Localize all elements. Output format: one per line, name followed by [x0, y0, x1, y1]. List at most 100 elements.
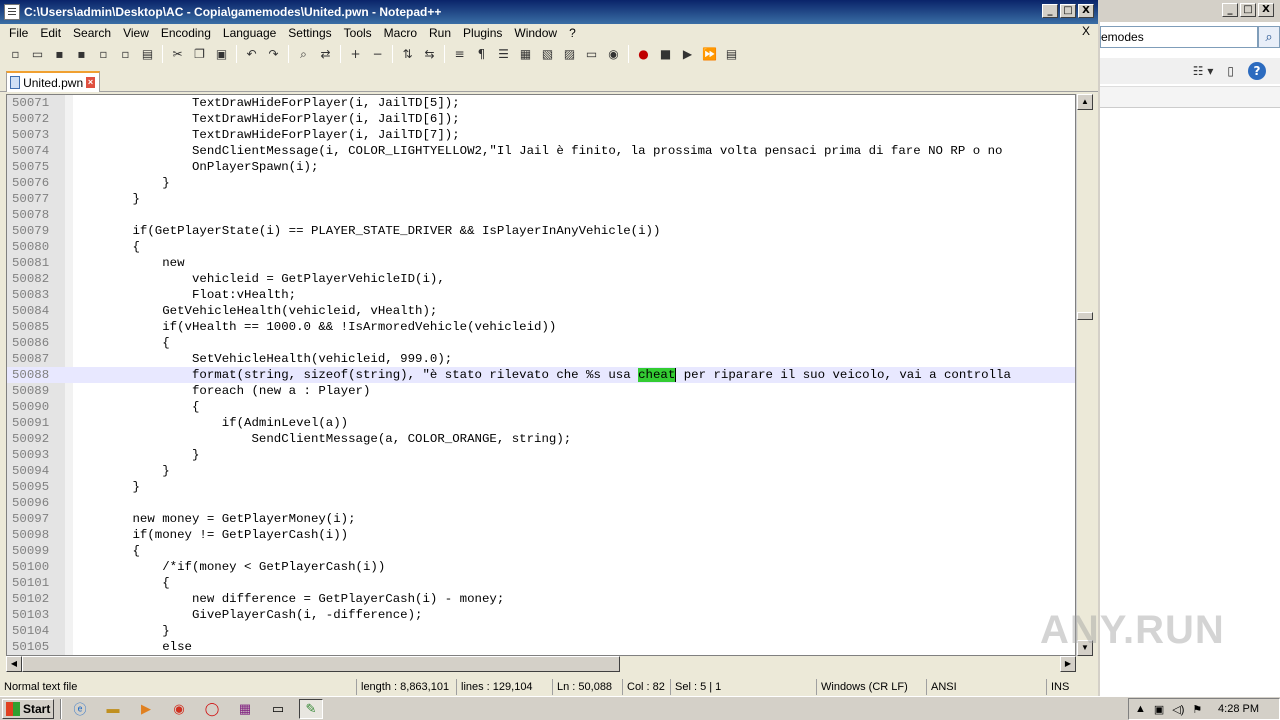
open-file-icon[interactable]: ▭ — [28, 45, 47, 63]
record-macro-icon[interactable]: ● — [634, 45, 653, 63]
explorer-close-button[interactable]: X — [1258, 3, 1274, 17]
code-line[interactable]: 50086 { — [7, 335, 1075, 351]
search-icon[interactable]: ⌕ — [1258, 26, 1280, 48]
title-bar[interactable]: C:\Users\admin\Desktop\AC - Copia\gamemo… — [0, 0, 1098, 24]
status-eol-format[interactable]: Windows (CR LF) — [816, 679, 926, 695]
close-all-icon[interactable]: ▫ — [116, 45, 135, 63]
code-line[interactable]: 50076 } — [7, 175, 1075, 191]
code-line[interactable]: 50105 else — [7, 639, 1075, 655]
code-line[interactable]: 50077 } — [7, 191, 1075, 207]
menu-encoding[interactable]: Encoding — [155, 26, 217, 40]
code-line[interactable]: 50101 { — [7, 575, 1075, 591]
code-line[interactable]: 50104 } — [7, 623, 1075, 639]
menu-language[interactable]: Language — [217, 26, 282, 40]
close-icon[interactable]: ▫ — [94, 45, 113, 63]
code-line[interactable]: 50079 if(GetPlayerState(i) == PLAYER_STA… — [7, 223, 1075, 239]
code-line[interactable]: 50080 { — [7, 239, 1075, 255]
explorer-minimize-button[interactable]: _ — [1222, 3, 1238, 17]
new-file-icon[interactable]: ▫ — [6, 45, 25, 63]
replace-icon[interactable]: ⇄ — [316, 45, 335, 63]
minimize-button[interactable]: _ — [1042, 4, 1058, 18]
menu-search[interactable]: Search — [67, 26, 117, 40]
save-macro-icon[interactable]: ▤ — [722, 45, 741, 63]
close-document-button[interactable]: X — [1082, 24, 1090, 38]
window-task-icon[interactable]: ▭ — [266, 699, 290, 719]
vertical-scroll-thumb[interactable] — [1077, 312, 1093, 320]
menu-window[interactable]: Window — [508, 26, 563, 40]
view-options-icon[interactable]: ☷ ▾ — [1193, 64, 1214, 78]
redo-icon[interactable]: ↷ — [264, 45, 283, 63]
code-line[interactable]: 50090 { — [7, 399, 1075, 415]
media-player-icon[interactable]: ▶ — [134, 699, 158, 719]
code-line[interactable]: 50078 — [7, 207, 1075, 223]
scroll-up-icon[interactable]: ▲ — [1077, 94, 1093, 110]
code-line[interactable]: 50094 } — [7, 463, 1075, 479]
menu-macro[interactable]: Macro — [378, 26, 423, 40]
explorer-maximize-button[interactable]: □ — [1240, 3, 1256, 17]
explorer-search-input[interactable]: emodes — [1100, 26, 1258, 48]
code-line[interactable]: 50074 SendClientMessage(i, COLOR_LIGHTYE… — [7, 143, 1075, 159]
winrar-icon[interactable]: ▦ — [233, 699, 257, 719]
word-wrap-icon[interactable]: ≡ — [450, 45, 469, 63]
run-macro-multiple-icon[interactable]: ⏩ — [700, 45, 719, 63]
code-line[interactable]: 50100 /*if(money < GetPlayerCash(i)) — [7, 559, 1075, 575]
opera-icon[interactable]: ◯ — [200, 699, 224, 719]
define-language-icon[interactable]: ▦ — [516, 45, 535, 63]
code-line[interactable]: 50087 SetVehicleHealth(vehicleid, 999.0)… — [7, 351, 1075, 367]
tab-close-icon[interactable]: × — [86, 77, 95, 88]
menu-file[interactable]: File — [3, 26, 34, 40]
preview-pane-icon[interactable]: ▯ — [1227, 64, 1234, 78]
notepadpp-task-icon[interactable]: ✎ — [299, 698, 323, 719]
tab-united-pwn[interactable]: United.pwn × — [6, 71, 100, 92]
code-line[interactable]: 50089 foreach (new a : Player) — [7, 383, 1075, 399]
code-line[interactable]: 50071 TextDrawHideForPlayer(i, JailTD[5]… — [7, 95, 1075, 111]
code-line[interactable]: 50073 TextDrawHideForPlayer(i, JailTD[7]… — [7, 127, 1075, 143]
undo-icon[interactable]: ↶ — [242, 45, 261, 63]
menu-plugins[interactable]: Plugins — [457, 26, 508, 40]
code-line[interactable]: 50093 } — [7, 447, 1075, 463]
menu-edit[interactable]: Edit — [34, 26, 67, 40]
show-all-characters-icon[interactable]: ¶ — [472, 45, 491, 63]
menu-view[interactable]: View — [117, 26, 155, 40]
vertical-scrollbar[interactable]: ▲ ▼ — [1076, 94, 1093, 656]
code-line[interactable]: 50095 } — [7, 479, 1075, 495]
code-line[interactable]: 50092 SendClientMessage(a, COLOR_ORANGE,… — [7, 431, 1075, 447]
file-explorer-icon[interactable]: ▬ — [101, 699, 125, 719]
maximize-button[interactable]: □ — [1060, 4, 1076, 18]
horizontal-scroll-thumb[interactable] — [22, 656, 620, 672]
start-button[interactable]: Start — [2, 698, 54, 719]
clock[interactable]: 4:28 PM — [1218, 703, 1259, 715]
monitoring-icon[interactable]: ◉ — [604, 45, 623, 63]
sync-horizontal-icon[interactable]: ⇆ — [420, 45, 439, 63]
copy-icon[interactable]: ❐ — [190, 45, 209, 63]
help-icon[interactable]: ? — [1248, 62, 1266, 80]
code-line[interactable]: 50082 vehicleid = GetPlayerVehicleID(i), — [7, 271, 1075, 287]
menu-tools[interactable]: Tools — [338, 26, 378, 40]
code-line[interactable]: 50102 new difference = GetPlayerCash(i) … — [7, 591, 1075, 607]
save-all-icon[interactable]: ▪ — [72, 45, 91, 63]
scroll-left-icon[interactable]: ◀ — [6, 656, 22, 672]
save-icon[interactable]: ▪ — [50, 45, 69, 63]
code-line[interactable]: 50075 OnPlayerSpawn(i); — [7, 159, 1075, 175]
code-editor[interactable]: 50071 TextDrawHideForPlayer(i, JailTD[5]… — [6, 94, 1076, 656]
code-line[interactable]: 50099 { — [7, 543, 1075, 559]
folder-workspace-icon[interactable]: ▭ — [582, 45, 601, 63]
stop-macro-icon[interactable]: ■ — [656, 45, 675, 63]
code-line[interactable]: 50084 GetVehicleHealth(vehicleid, vHealt… — [7, 303, 1075, 319]
print-icon[interactable]: ▤ — [138, 45, 157, 63]
code-line[interactable]: 50096 — [7, 495, 1075, 511]
tray-arrow-icon[interactable]: ▲ — [1135, 703, 1146, 715]
menu-settings[interactable]: Settings — [282, 26, 337, 40]
code-line[interactable]: 50083 Float:vHealth; — [7, 287, 1075, 303]
sync-vertical-icon[interactable]: ⇅ — [398, 45, 417, 63]
code-line[interactable]: 50103 GivePlayerCash(i, -difference); — [7, 607, 1075, 623]
code-line[interactable]: 50097 new money = GetPlayerMoney(i); — [7, 511, 1075, 527]
code-line[interactable]: 50098 if(money != GetPlayerCash(i)) — [7, 527, 1075, 543]
document-map-icon[interactable]: ▧ — [538, 45, 557, 63]
scroll-right-icon[interactable]: ▶ — [1060, 656, 1076, 672]
function-list-icon[interactable]: ▨ — [560, 45, 579, 63]
zoom-out-icon[interactable]: − — [368, 45, 387, 63]
find-icon[interactable]: ⌕ — [294, 45, 313, 63]
indent-guide-icon[interactable]: ☰ — [494, 45, 513, 63]
cut-icon[interactable]: ✂ — [168, 45, 187, 63]
